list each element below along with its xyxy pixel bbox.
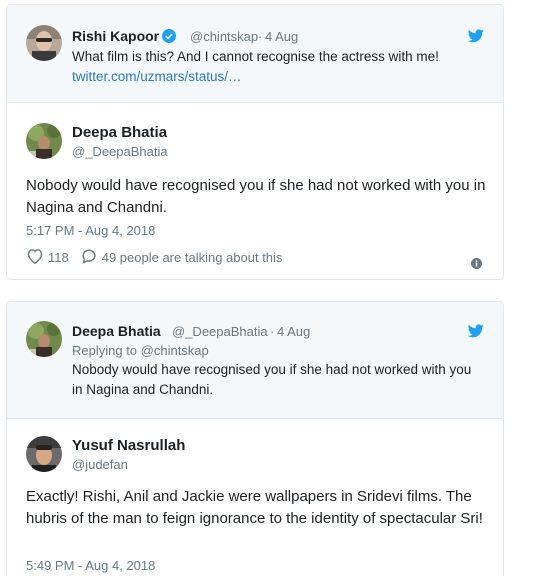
quoted-date[interactable]: 4 Aug — [277, 324, 310, 339]
quoted-text: Nobody would have recognised you if she … — [72, 362, 472, 397]
embedded-tweet-card-1: Rishi Kapoor @chintskap · 4 Aug What fil… — [6, 4, 504, 280]
like-action[interactable]: 118 — [26, 248, 69, 267]
replying-to[interactable]: Replying to @chintskap — [72, 343, 209, 358]
tweet-author-name[interactable]: Yusuf Nasrullah — [72, 437, 185, 454]
avatar-rishi-kapoor[interactable] — [26, 25, 62, 61]
tweet-text: Nobody would have recognised you if she … — [26, 177, 486, 216]
reply-bubble-icon — [80, 248, 102, 267]
quoted-tweet[interactable]: Deepa Bhatia @_DeepaBhatia · 4 Aug Reply… — [7, 302, 503, 419]
quoted-date[interactable]: 4 Aug — [265, 29, 298, 44]
separator-dot: · — [258, 29, 263, 44]
info-icon[interactable] — [471, 256, 482, 274]
tweet-timestamp[interactable]: 5:49 PM - Aug 4, 2018 — [26, 558, 155, 573]
tweet-timestamp[interactable]: 5:17 PM - Aug 4, 2018 — [26, 223, 155, 238]
quoted-author-handle[interactable]: @_DeepaBhatia — [172, 324, 268, 339]
verified-badge-icon — [162, 29, 177, 46]
avatar-deepa-bhatia-small[interactable] — [26, 321, 62, 357]
tweet-author-name[interactable]: Deepa Bhatia — [72, 124, 167, 141]
quoted-tweet[interactable]: Rishi Kapoor @chintskap · 4 Aug What fil… — [7, 5, 503, 103]
tweet-author-handle[interactable]: @judefan — [72, 457, 128, 472]
tweet-actions: 118 49 people are talking about this — [26, 248, 282, 267]
quoted-author-handle[interactable]: @chintskap — [190, 29, 258, 44]
heart-icon — [26, 248, 48, 267]
quoted-author-name-text[interactable]: Rishi Kapoor — [72, 28, 159, 44]
quoted-link[interactable]: twitter.com/uzmars/status/… — [72, 67, 242, 87]
quoted-author-name[interactable]: Rishi Kapoor — [72, 28, 177, 46]
embedded-tweet-card-2: Deepa Bhatia @_DeepaBhatia · 4 Aug Reply… — [6, 301, 504, 576]
twitter-bird-icon[interactable] — [467, 324, 484, 343]
avatar-deepa-bhatia[interactable] — [26, 123, 62, 159]
talking-count: 49 people are talking about this — [101, 250, 283, 265]
separator-dot: · — [270, 324, 275, 339]
quoted-author-name[interactable]: Deepa Bhatia — [72, 323, 161, 339]
tweet-text: Exactly! Rishi, Anil and Jackie were wal… — [26, 488, 483, 527]
talking-action[interactable]: 49 people are talking about this — [80, 248, 283, 267]
tweet-author-handle[interactable]: @_DeepaBhatia — [72, 144, 168, 159]
quoted-text: What film is this? And I cannot recognis… — [72, 49, 439, 64]
avatar-yusuf-nasrullah[interactable] — [26, 436, 62, 472]
twitter-bird-icon[interactable] — [467, 29, 484, 48]
like-count: 118 — [48, 250, 69, 265]
